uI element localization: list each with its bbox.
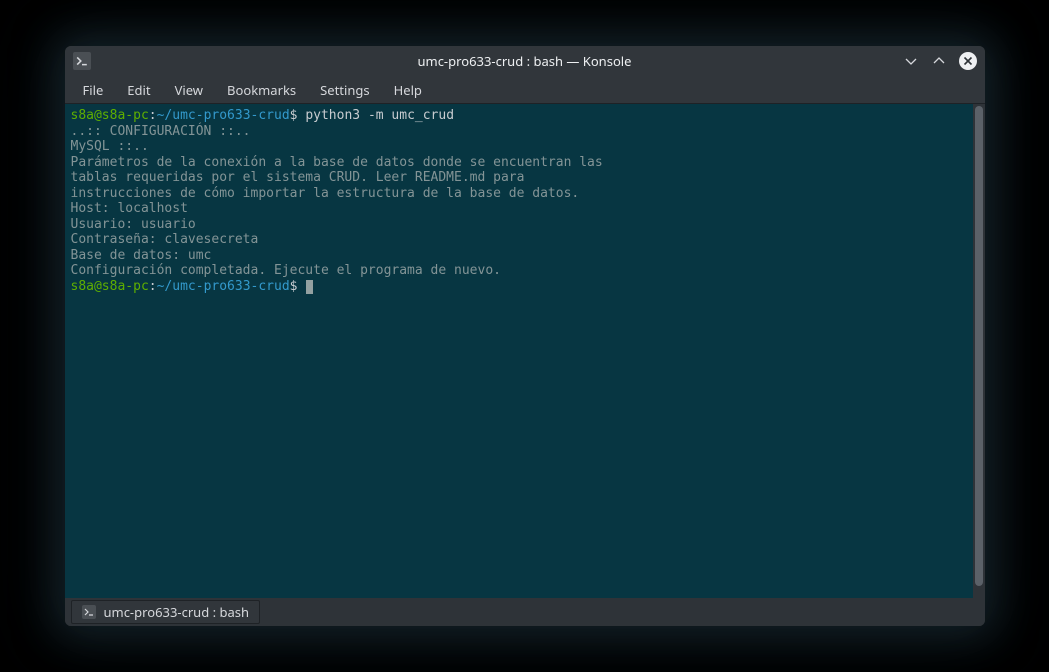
terminal-content[interactable]: s8a@s8a-pc:~/umc-pro633-crud$ python3 -m… <box>65 104 973 598</box>
terminal-area[interactable]: s8a@s8a-pc:~/umc-pro633-crud$ python3 -m… <box>65 104 985 598</box>
output-line: Base de datos: umc <box>71 248 967 264</box>
prompt-colon: : <box>149 279 157 294</box>
prompt-dollar: $ <box>290 279 306 294</box>
prompt-dollar: $ <box>290 108 306 123</box>
cursor <box>306 280 313 294</box>
scrollbar[interactable] <box>973 104 985 598</box>
menu-bookmarks[interactable]: Bookmarks <box>217 78 306 102</box>
menu-view[interactable]: View <box>165 78 213 102</box>
prompt-user-host: s8a@s8a-pc <box>71 279 149 294</box>
menu-file[interactable]: File <box>73 78 114 102</box>
command-text: python3 -m umc_crud <box>305 108 454 123</box>
prompt-colon: : <box>149 108 157 123</box>
menu-edit[interactable]: Edit <box>117 78 160 102</box>
titlebar[interactable]: umc-pro633-crud : bash — Konsole <box>65 46 985 76</box>
prompt-path: ~/umc-pro633-crud <box>157 279 290 294</box>
tabbar: umc-pro633-crud : bash <box>65 598 985 626</box>
prompt-path: ~/umc-pro633-crud <box>157 108 290 123</box>
maximize-button[interactable] <box>931 53 947 69</box>
output-line: Usuario: usuario <box>71 217 967 233</box>
output-line: instrucciones de cómo importar la estruc… <box>71 186 967 202</box>
app-icon <box>73 52 91 70</box>
output-line: MySQL ::.. <box>71 139 967 155</box>
output-line: ..:: CONFIGURACIÓN ::.. <box>71 124 967 140</box>
window-controls <box>903 52 977 70</box>
prompt-user-host: s8a@s8a-pc <box>71 108 149 123</box>
menu-help[interactable]: Help <box>384 78 432 102</box>
minimize-button[interactable] <box>903 53 919 69</box>
terminal-icon <box>82 605 96 619</box>
close-button[interactable] <box>959 52 977 70</box>
menubar: File Edit View Bookmarks Settings Help <box>65 76 985 104</box>
menu-settings[interactable]: Settings <box>310 78 379 102</box>
output-line: Configuración completada. Ejecute el pro… <box>71 263 967 279</box>
output-line: Contraseña: clavesecreta <box>71 232 967 248</box>
output-line: Host: localhost <box>71 201 967 217</box>
output-line: tablas requeridas por el sistema CRUD. L… <box>71 170 967 186</box>
tab-terminal[interactable]: umc-pro633-crud : bash <box>71 600 261 624</box>
konsole-window: umc-pro633-crud : bash — Konsole File Ed… <box>65 46 985 626</box>
window-title: umc-pro633-crud : bash — Konsole <box>418 52 632 70</box>
tab-label: umc-pro633-crud : bash <box>104 603 250 621</box>
scroll-thumb[interactable] <box>975 106 983 586</box>
output-line: Parámetros de la conexión a la base de d… <box>71 155 967 171</box>
